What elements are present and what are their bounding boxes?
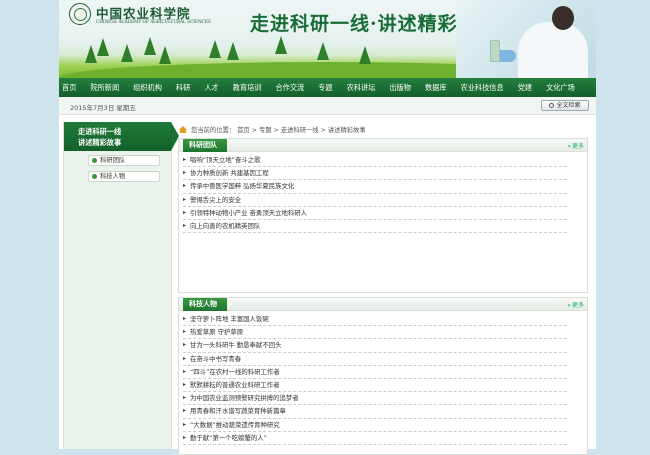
- sidebar-title-line1: 走进科研一线: [78, 127, 122, 136]
- list-item[interactable]: 热爱草原 守护草原: [183, 326, 567, 340]
- sidebar-title: 走进科研一线 讲述精彩故事: [64, 122, 179, 151]
- more-link[interactable]: 更多: [567, 141, 584, 150]
- list-item[interactable]: 默默耕耘的普通农业科研工作者: [183, 379, 567, 393]
- content-layer: 走进科研一线 讲述精彩故事 科研团队 科技人物 您当前的位置： 首页 > 专题 …: [59, 0, 596, 455]
- sidebar-title-line2: 讲述精彩故事: [78, 138, 122, 147]
- list-item[interactable]: 唱响“顶天立地”奋斗之歌: [183, 154, 567, 168]
- breadcrumb-prefix: 您当前的位置：: [191, 126, 236, 134]
- sidebar-item-tech-people[interactable]: 科技人物: [88, 171, 160, 182]
- section-title: 科研团队: [183, 139, 227, 152]
- section-header: 科研团队 更多: [179, 139, 587, 152]
- list-item[interactable]: “四斗”在农村一线的科研工作者: [183, 366, 567, 379]
- sidebar-item-research-team[interactable]: 科研团队: [88, 155, 160, 166]
- breadcrumb-path[interactable]: 首页 > 专题 > 走进科研一线 > 讲述精彩故事: [237, 125, 366, 134]
- section-research-team: 科研团队 更多 唱响“顶天立地”奋斗之歌 协力种质创新 共建基因工程 传承中兽医…: [178, 138, 588, 293]
- section-title: 科技人物: [183, 298, 227, 311]
- article-list: 唱响“顶天立地”奋斗之歌 协力种质创新 共建基因工程 传承中兽医学国粹 弘扬华夏…: [179, 152, 587, 234]
- bullet-icon: [92, 158, 97, 163]
- sidebar-item-label: 科研团队: [100, 157, 126, 164]
- more-link[interactable]: 更多: [567, 300, 584, 309]
- list-item[interactable]: 在奋斗中书写青春: [183, 353, 567, 366]
- main-content: 您当前的位置： 首页 > 专题 > 走进科研一线 > 讲述精彩故事 科研团队 更…: [178, 122, 588, 455]
- list-item[interactable]: 为中国农业监测预警研究拼搏的追梦者: [183, 392, 567, 406]
- sidebar: 走进科研一线 讲述精彩故事 科研团队 科技人物: [63, 122, 179, 449]
- list-item[interactable]: 引领特种动物小产业 奋勇顶天立地科研人: [183, 207, 567, 220]
- home-icon: [179, 125, 187, 133]
- bullet-icon: [92, 174, 97, 179]
- list-item[interactable]: 协力种质创新 共建基因工程: [183, 167, 567, 181]
- list-item[interactable]: “大数据”推动蔬菜遗传育种研究: [183, 419, 567, 432]
- sidebar-item-label: 科技人物: [100, 173, 126, 180]
- list-item[interactable]: 勤于献“第一个吃螃蟹的人”: [183, 432, 567, 445]
- list-item[interactable]: 坚守萝卜阵地 丰富国人饭碗: [183, 313, 567, 327]
- list-item[interactable]: 甘为一头科研牛 勤恳奉献不回头: [183, 339, 567, 353]
- list-item[interactable]: 警惕舌尖上的安全: [183, 194, 567, 207]
- section-tech-people: 科技人物 更多 坚守萝卜阵地 丰富国人饭碗 热爱草原 守护草原 甘为一头科研牛 …: [178, 297, 588, 455]
- article-list: 坚守萝卜阵地 丰富国人饭碗 热爱草原 守护草原 甘为一头科研牛 勤恳奉献不回头 …: [179, 311, 587, 445]
- breadcrumb: 您当前的位置： 首页 > 专题 > 走进科研一线 > 讲述精彩故事: [178, 122, 588, 136]
- list-item[interactable]: 向上向善的农机精英团队: [183, 220, 567, 234]
- section-header: 科技人物 更多: [179, 298, 587, 311]
- list-item[interactable]: 传承中兽医学国粹 弘扬华夏民族文化: [183, 180, 567, 194]
- list-item[interactable]: 用青春和汗水谱写蔬菜育种新篇章: [183, 405, 567, 419]
